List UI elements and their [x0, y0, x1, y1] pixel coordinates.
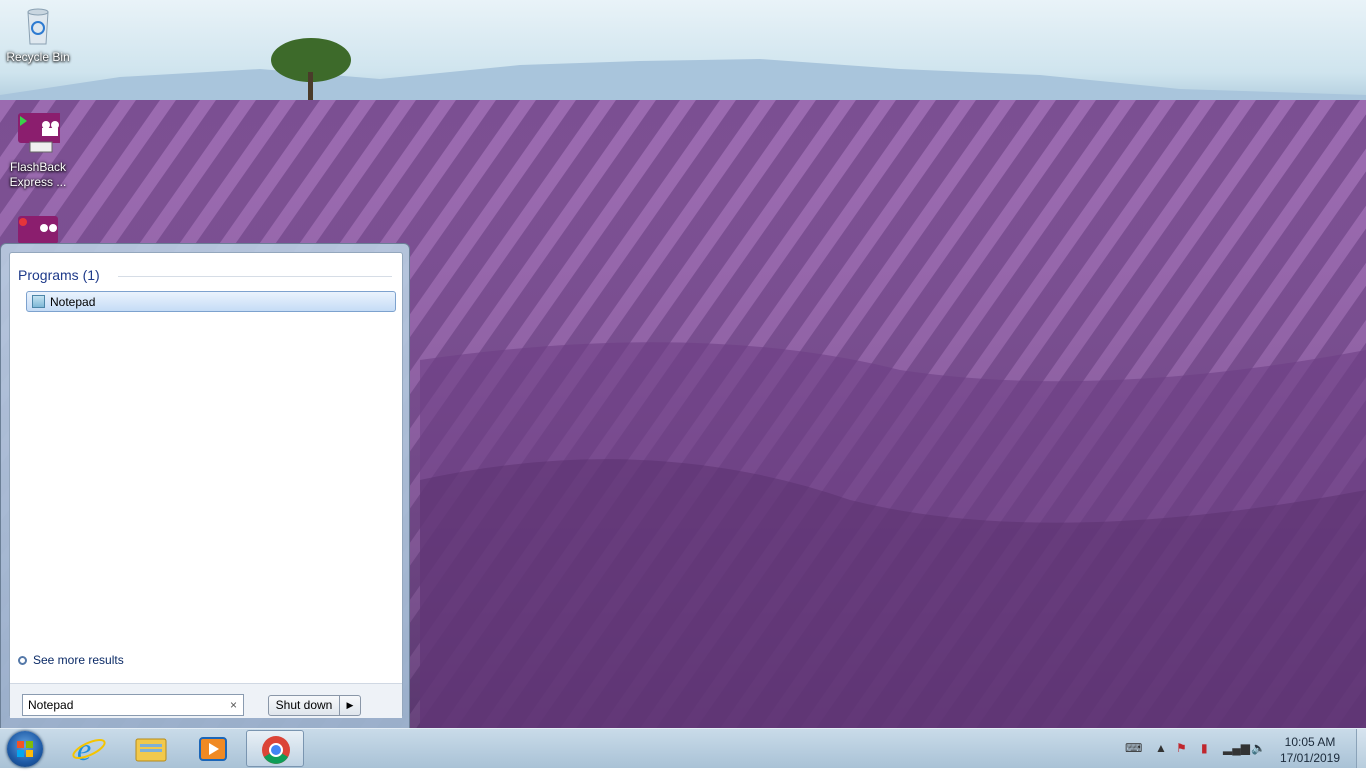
- network-icon[interactable]: ▂▄▆: [1223, 741, 1250, 755]
- clock-time: 10:05 AM: [1284, 735, 1336, 749]
- volume-icon[interactable]: 🔈: [1251, 741, 1266, 755]
- search-icon: [18, 656, 27, 665]
- recycle-bin-icon: [27, 8, 49, 45]
- notepad-icon: [32, 295, 45, 308]
- clear-search-icon[interactable]: ×: [230, 698, 237, 712]
- desktop-icon-label: Recycle Bin: [6, 50, 70, 64]
- battery-icon[interactable]: ▮: [1201, 741, 1208, 755]
- taskbar-chrome[interactable]: [246, 730, 304, 767]
- internet-explorer-icon: e: [72, 731, 106, 767]
- show-hidden-icons-icon[interactable]: ▲: [1155, 741, 1167, 755]
- see-more-results-link[interactable]: See more results: [18, 653, 124, 667]
- search-results-pane: Programs (1) Notepad See more results No…: [9, 252, 403, 718]
- shutdown-button[interactable]: Shut down: [268, 695, 340, 716]
- taskbar-windows-explorer[interactable]: [122, 730, 180, 767]
- start-button[interactable]: [7, 731, 43, 767]
- result-item-label: Notepad: [50, 295, 96, 309]
- tree-image: [271, 38, 351, 104]
- result-item-notepad[interactable]: Notepad: [26, 291, 396, 312]
- windows-explorer-icon: [135, 738, 167, 762]
- search-input-value: Notepad: [28, 698, 74, 712]
- start-menu: Programs (1) Notepad See more results No…: [0, 243, 410, 729]
- windows-logo-icon: [17, 741, 33, 757]
- desktop-icon-flashback-express[interactable]: FlashBack Express ...: [3, 112, 73, 190]
- system-clock[interactable]: 10:05 AM 17/01/2019: [1270, 734, 1350, 766]
- flashback-express-icon: [18, 113, 62, 153]
- see-more-label: See more results: [33, 653, 124, 667]
- clock-date: 17/01/2019: [1279, 751, 1341, 765]
- start-menu-bottom-bar: Notepad × Shut down ▶: [10, 683, 402, 718]
- desktop-icon-label: FlashBack Express ...: [9, 160, 67, 189]
- chrome-icon: [262, 736, 290, 764]
- shutdown-options-button[interactable]: ▶: [339, 695, 361, 716]
- flashback-recorder-icon: [18, 216, 58, 244]
- show-desktop-button[interactable]: [1356, 729, 1366, 768]
- taskbar-internet-explorer[interactable]: e: [60, 730, 118, 767]
- taskbar: e ⌨ ▲ ⚑ ▮ ▂▄▆ 🔈 10:05 AM 17/01/2019: [0, 728, 1366, 768]
- taskbar-media-player[interactable]: [184, 730, 242, 767]
- desktop-icon-recycle-bin[interactable]: Recycle Bin: [3, 6, 73, 65]
- programs-section-header: Programs (1): [18, 267, 100, 283]
- action-center-icon[interactable]: ⚑: [1176, 741, 1187, 755]
- arrow-right-icon: ▶: [346, 700, 354, 710]
- section-divider: [118, 276, 392, 277]
- media-player-icon: [199, 737, 227, 761]
- start-search-input[interactable]: Notepad ×: [22, 694, 244, 716]
- keyboard-icon[interactable]: ⌨: [1125, 741, 1142, 755]
